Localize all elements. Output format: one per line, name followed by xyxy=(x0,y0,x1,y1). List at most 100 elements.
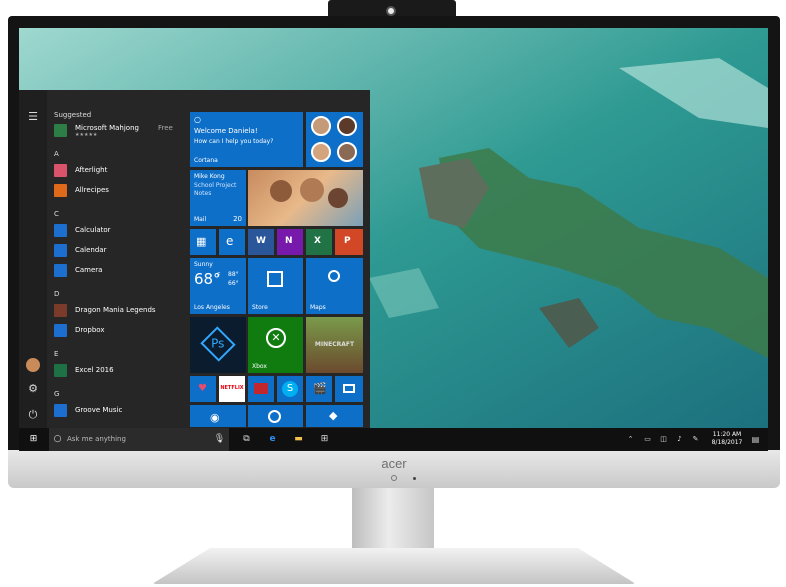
groove-tile[interactable]: ♥ xyxy=(190,376,216,402)
section-letter[interactable]: G xyxy=(54,390,59,398)
contact-avatar xyxy=(337,116,357,136)
app-name: Dragon Mania Legends xyxy=(75,306,156,314)
mail-preview: Notes xyxy=(194,190,212,197)
search-box[interactable]: ○ Ask me anything 🎙 xyxy=(49,428,229,451)
maps-tile[interactable]: Maps xyxy=(306,258,363,314)
battery-icon[interactable]: ▭ xyxy=(641,433,654,446)
system-clock[interactable]: 11:20 AM 8/18/2017 xyxy=(707,431,747,447)
weather-tile[interactable]: Sunny 68° F 88° 66° Los Angeles xyxy=(190,258,246,314)
mail-count-badge: 20 xyxy=(233,215,242,223)
section-letter[interactable]: C xyxy=(54,210,59,218)
list-item[interactable]: Excel 2016 xyxy=(54,362,189,378)
calendar-tile[interactable]: ▦ xyxy=(190,229,216,255)
calculator-icon xyxy=(54,224,67,237)
maps-pin-icon xyxy=(328,270,340,282)
app-name: Camera xyxy=(75,266,103,274)
photoshop-tile[interactable]: Ps xyxy=(190,317,246,373)
contact-avatar xyxy=(337,142,357,162)
excel-icon xyxy=(54,364,67,377)
weather-high: 88° xyxy=(228,271,239,278)
suggested-app-item[interactable]: Microsoft Mahjong ★★★★★ Free xyxy=(54,122,189,138)
tv-tile[interactable] xyxy=(335,376,363,402)
price-badge: Free xyxy=(158,124,173,132)
section-letter[interactable]: D xyxy=(54,290,59,298)
rating-stars: ★★★★★ xyxy=(75,132,98,138)
news-tile[interactable] xyxy=(248,376,274,402)
list-item[interactable]: Calculator xyxy=(54,222,189,238)
network-icon[interactable]: ◫ xyxy=(657,433,670,446)
xbox-tile[interactable]: ✕ Xbox xyxy=(248,317,303,373)
onedrive-tile[interactable]: ◆ xyxy=(306,405,363,427)
calendar-icon: ▦ xyxy=(196,235,207,248)
movies-tile[interactable]: 🎬 xyxy=(306,376,332,402)
app-name: Groove Music xyxy=(75,406,123,414)
location-pin-icon: ♥ xyxy=(198,383,207,394)
section-letter[interactable]: A xyxy=(54,150,59,158)
photo-face xyxy=(328,188,348,208)
chevron-up-icon[interactable]: ⌃ xyxy=(624,433,637,446)
start-rail: ☰ ⚙ ⏻ xyxy=(19,90,47,431)
afterlight-icon xyxy=(54,164,67,177)
mail-tile[interactable]: Mike Kong School Project Notes Mail 20 xyxy=(190,170,246,226)
desktop-screen: ☰ ⚙ ⏻ Suggested Microsoft Mahjong ★★★★★ … xyxy=(19,28,768,451)
powerpoint-tile[interactable]: P xyxy=(335,229,363,255)
user-avatar-icon[interactable] xyxy=(26,358,40,372)
photos-tile[interactable] xyxy=(248,170,363,226)
task-view-icon[interactable]: ⧉ xyxy=(240,433,253,446)
list-item[interactable]: Groove Music xyxy=(54,402,189,418)
notifications-icon[interactable]: ▤ xyxy=(749,433,762,446)
powerpoint-icon: P xyxy=(344,236,351,246)
clock-date: 8/18/2017 xyxy=(711,439,743,446)
pen-icon[interactable]: ✎ xyxy=(689,433,702,446)
power-icon[interactable]: ⏻ xyxy=(26,408,40,422)
list-item[interactable]: Camera xyxy=(54,262,189,278)
tile-label: Xbox xyxy=(252,363,267,370)
start-menu: ☰ ⚙ ⏻ Suggested Microsoft Mahjong ★★★★★ … xyxy=(19,90,370,431)
section-letter[interactable]: E xyxy=(54,350,58,358)
tile-label: Mail xyxy=(194,216,207,223)
allrecipes-icon xyxy=(54,184,67,197)
volume-icon[interactable]: ♪ xyxy=(673,433,686,446)
file-explorer-icon[interactable]: ▬ xyxy=(292,433,305,446)
onenote-tile[interactable]: N xyxy=(277,229,303,255)
list-item[interactable]: Dragon Mania Legends xyxy=(54,302,189,318)
weather-low: 66° xyxy=(228,280,239,287)
tile-label: Maps xyxy=(310,304,326,311)
camera-tile[interactable]: ◉ xyxy=(190,405,246,427)
stand-base xyxy=(152,548,636,584)
skype-icon: S xyxy=(282,381,298,397)
excel-tile[interactable]: X xyxy=(306,229,332,255)
edge-browser-icon[interactable]: e xyxy=(266,433,279,446)
people-tile[interactable] xyxy=(306,112,363,167)
app-name: Calculator xyxy=(75,226,111,234)
windows-start-icon[interactable]: ⊞ xyxy=(27,433,40,446)
word-tile[interactable]: W xyxy=(248,229,274,255)
minecraft-tile[interactable]: MINECRAFT xyxy=(306,317,363,373)
skype-tile[interactable]: S xyxy=(277,376,303,402)
photo-face xyxy=(300,178,324,202)
settings-gear-icon[interactable]: ⚙ xyxy=(26,382,40,396)
app-name: Calendar xyxy=(75,246,107,254)
clock-time: 11:20 AM xyxy=(712,431,742,438)
store-icon[interactable]: ⊞ xyxy=(318,433,331,446)
microphone-icon[interactable]: 🎙 xyxy=(213,433,226,446)
photo-face xyxy=(270,180,292,202)
hamburger-menu-icon[interactable]: ☰ xyxy=(26,110,40,124)
netflix-tile[interactable]: NETFLIX xyxy=(219,376,245,402)
store-tile[interactable]: Store xyxy=(248,258,303,314)
cortana-greeting: Welcome Daniela! xyxy=(194,127,258,135)
list-item[interactable]: Afterlight xyxy=(54,162,189,178)
edge-tile[interactable]: e xyxy=(219,229,245,255)
tile-label: Los Angeles xyxy=(194,304,230,311)
groove-music-tile[interactable] xyxy=(248,405,303,427)
list-item[interactable]: Calendar xyxy=(54,242,189,258)
power-button[interactable] xyxy=(391,475,397,481)
dropbox-icon xyxy=(54,324,67,337)
webcam-lens xyxy=(386,6,396,16)
suggested-header: Suggested xyxy=(54,111,92,119)
list-item[interactable]: Dropbox xyxy=(54,322,189,338)
tv-icon xyxy=(343,384,355,393)
cortana-tile[interactable]: ○ Welcome Daniela! How can I help you to… xyxy=(190,112,303,167)
list-item[interactable]: Allrecipes xyxy=(54,182,189,198)
tile-label: Cortana xyxy=(194,157,218,164)
